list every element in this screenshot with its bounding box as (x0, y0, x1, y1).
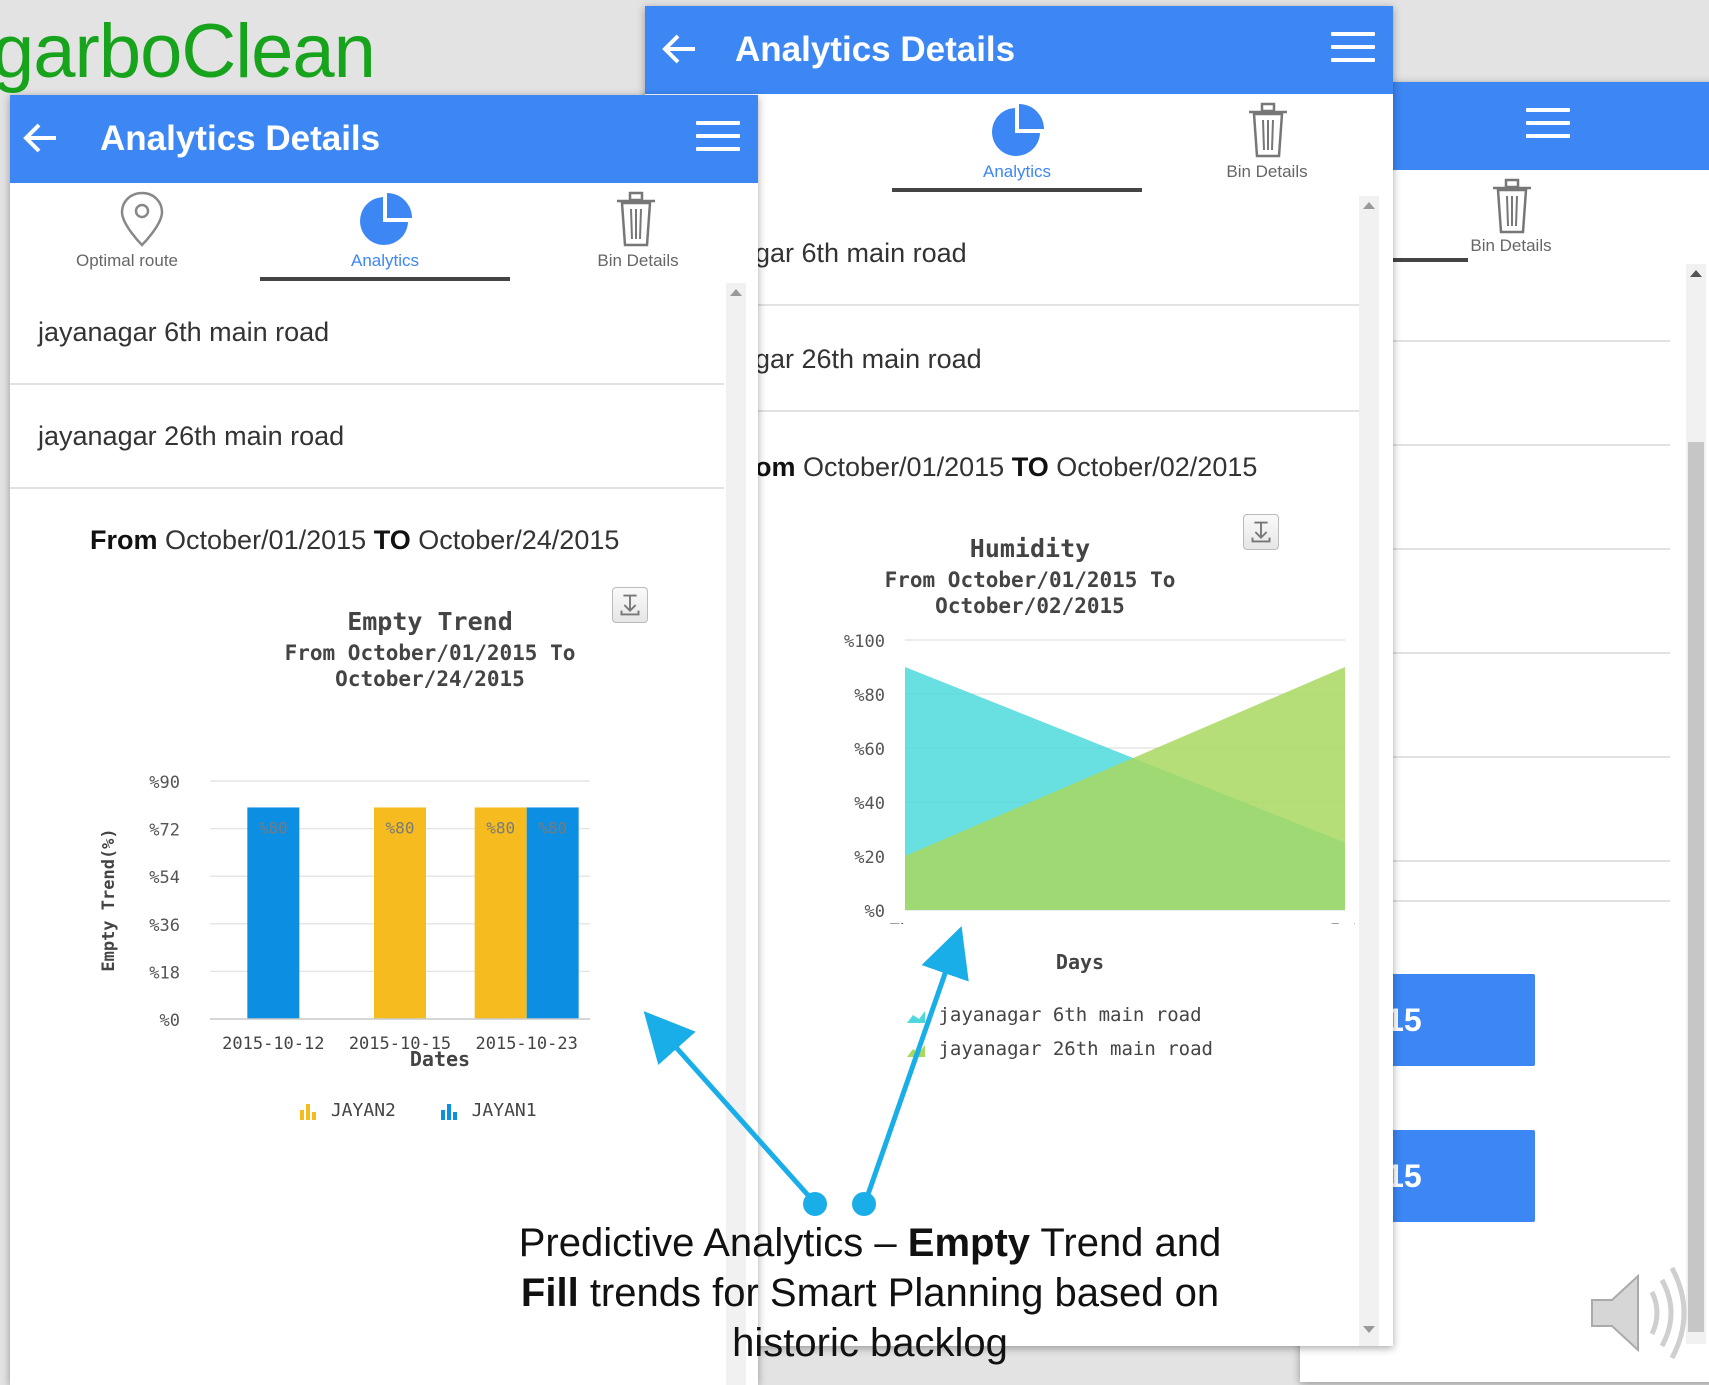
caption-line: historic backlog (732, 1321, 1008, 1365)
arrow-to-humidity (852, 926, 969, 1216)
speaker-icon[interactable] (1586, 1258, 1696, 1368)
arrow-to-empty-trend (643, 1011, 827, 1216)
caption-line: Predictive Analytics – Empty Trend and (518, 1221, 1222, 1265)
slide-caption: Predictive Analytics – Empty Trend and F… (420, 1218, 1320, 1368)
annotation-arrows (643, 926, 969, 1216)
caption-line: Fill trends for Smart Planning based on (520, 1271, 1220, 1315)
